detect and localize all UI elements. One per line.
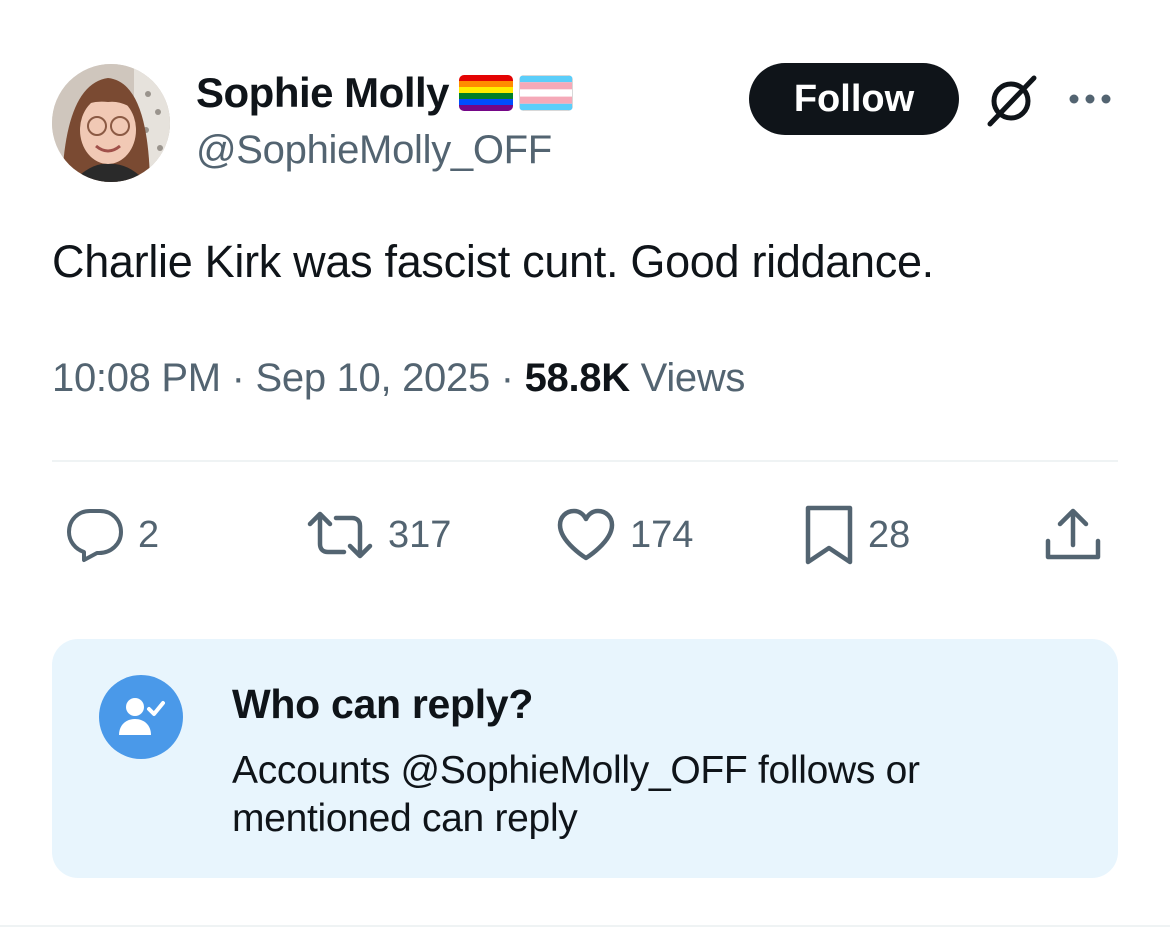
reply-count: 2 xyxy=(138,513,160,556)
author-handle[interactable]: @SophieMolly_OFF xyxy=(196,128,552,173)
tweet-time[interactable]: 10:08 PM xyxy=(52,356,221,400)
divider xyxy=(52,460,1118,462)
avatar[interactable] xyxy=(52,64,170,182)
reply-restriction-card: Who can reply? Accounts @SophieMolly_OFF… xyxy=(52,639,1118,878)
views-label[interactable]: Views xyxy=(641,356,746,400)
tweet-meta: 10:08 PM · Sep 10, 2025 · 58.8K Views xyxy=(52,352,745,404)
rainbow-pride-flag-icon xyxy=(459,75,514,111)
repost-icon xyxy=(307,511,373,559)
transgender-flag-icon xyxy=(519,75,574,111)
author-display-name[interactable]: Sophie Molly xyxy=(196,69,450,117)
follow-button[interactable]: Follow xyxy=(749,63,959,135)
reply-restriction-badge xyxy=(99,675,183,759)
bottom-divider xyxy=(0,925,1170,927)
bookmark-icon xyxy=(805,505,853,565)
heart-icon xyxy=(557,508,615,561)
reply-restriction-description: Accounts @SophieMolly_OFF follows or men… xyxy=(232,749,920,840)
bookmark-count: 28 xyxy=(868,513,911,556)
avatar-photo xyxy=(52,64,170,182)
bookmark-button[interactable]: 28 xyxy=(804,504,910,566)
user-check-icon xyxy=(119,698,165,735)
meta-separator: · xyxy=(231,356,245,400)
name-emoji-flags xyxy=(459,75,574,111)
repost-button[interactable]: 317 xyxy=(306,504,451,566)
share-icon xyxy=(1045,508,1101,560)
tweet-text: Charlie Kirk was fascist cunt. Good ridd… xyxy=(52,236,934,287)
like-count: 174 xyxy=(630,513,694,556)
like-button[interactable]: 174 xyxy=(556,504,693,566)
more-horizontal-icon[interactable] xyxy=(1066,86,1114,112)
tweet-date[interactable]: Sep 10, 2025 xyxy=(256,356,491,400)
grok-icon[interactable] xyxy=(984,74,1038,128)
share-button[interactable] xyxy=(1044,504,1102,566)
repost-count: 317 xyxy=(388,513,452,556)
views-count[interactable]: 58.8K xyxy=(525,356,631,400)
reply-restriction-title: Who can reply? xyxy=(232,681,534,727)
reply-button[interactable]: 2 xyxy=(66,504,159,566)
author-name-row[interactable]: Sophie Molly xyxy=(196,68,574,118)
reply-icon xyxy=(67,509,123,562)
meta-separator: · xyxy=(500,356,514,400)
